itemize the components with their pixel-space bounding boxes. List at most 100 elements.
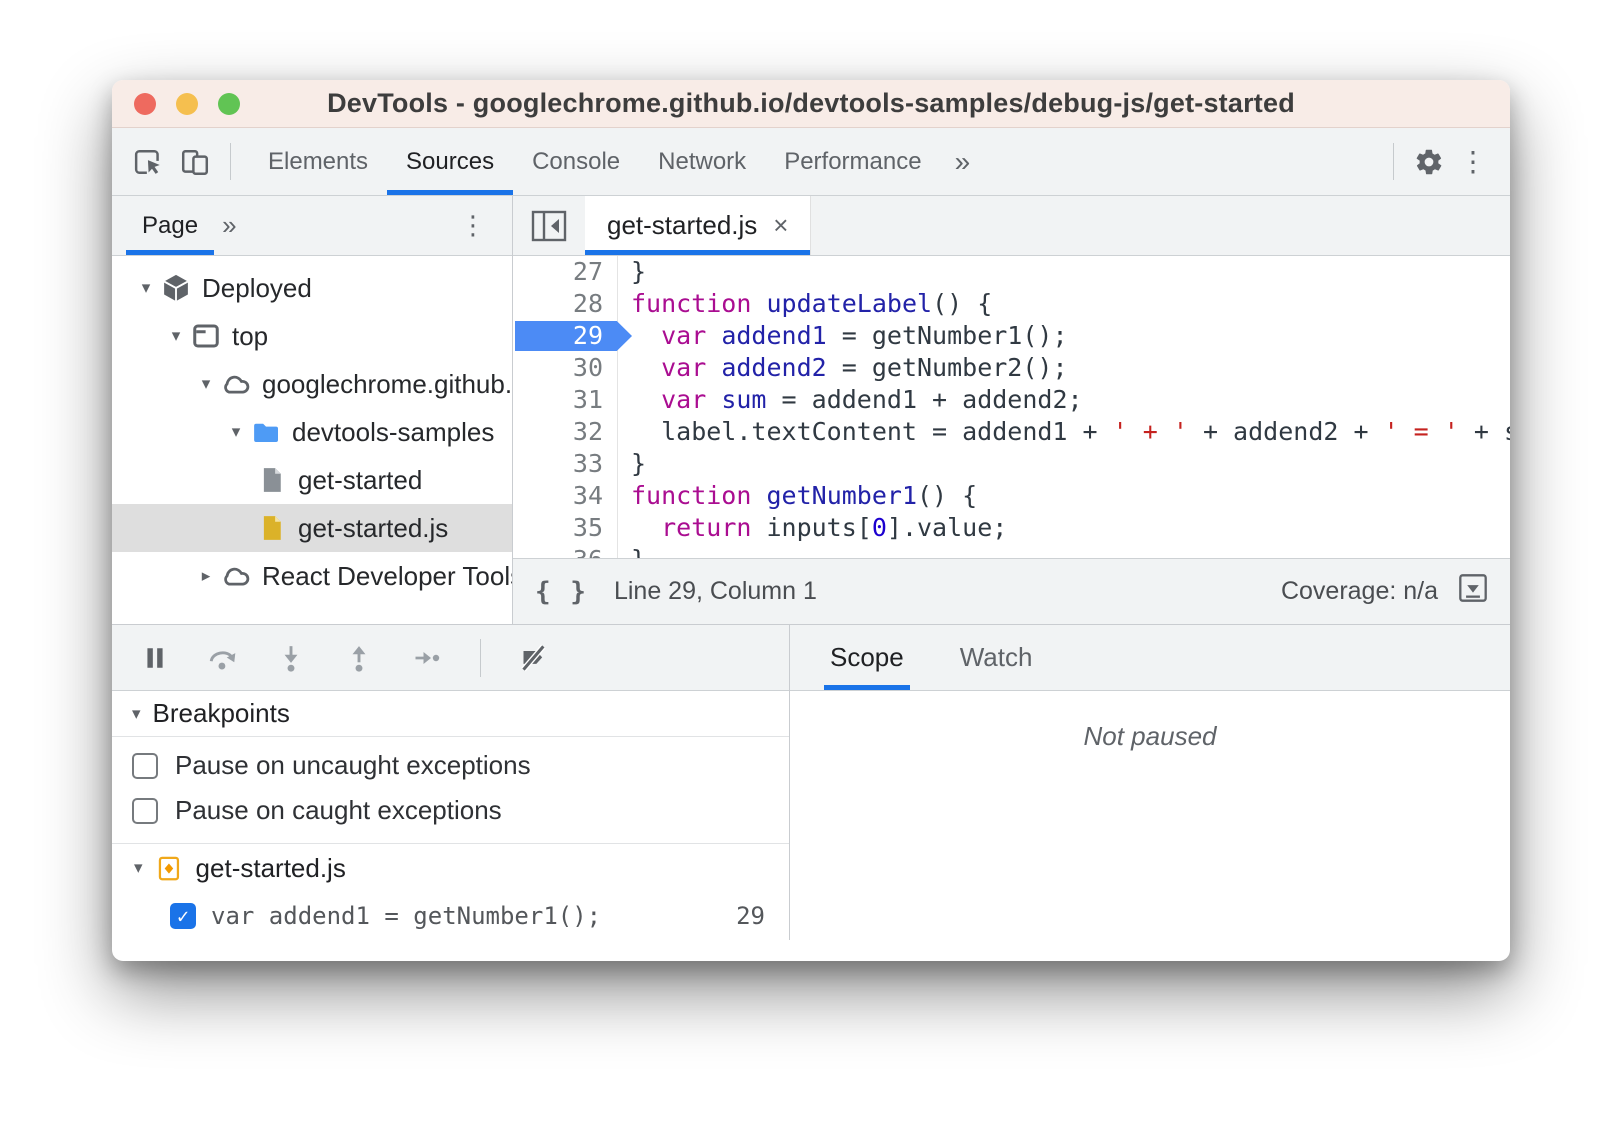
inspect-element-icon[interactable] bbox=[126, 128, 172, 195]
line-number-gutter[interactable]: 31 bbox=[513, 384, 618, 416]
tree-item-get-started[interactable]: get-started bbox=[112, 456, 512, 504]
tree-expanded-arrow-icon[interactable]: ▾ bbox=[134, 278, 158, 298]
close-window-button[interactable] bbox=[134, 93, 156, 115]
customize-menu-icon[interactable]: ⋮ bbox=[1452, 128, 1494, 195]
breakpoints-title: Breakpoints bbox=[153, 698, 290, 729]
line-number-gutter[interactable]: 27 bbox=[513, 256, 618, 288]
step-out-icon[interactable] bbox=[342, 641, 376, 675]
tab-network[interactable]: Network bbox=[639, 128, 765, 195]
collapse-triangle-icon: ▾ bbox=[134, 858, 143, 878]
checkbox[interactable] bbox=[132, 798, 158, 824]
line-number-gutter[interactable]: 36 bbox=[513, 544, 618, 558]
editor-tab-get-started-js[interactable]: get-started.js × bbox=[585, 196, 811, 255]
tree-expanded-arrow-icon[interactable]: ▾ bbox=[224, 422, 248, 442]
line-number-gutter[interactable]: 32 bbox=[513, 416, 618, 448]
pause-option-row[interactable]: Pause on caught exceptions bbox=[112, 788, 789, 833]
navigator-sidebar: Page » ⋮ ▾Deployed▾top▾googlechrome.gith… bbox=[112, 196, 513, 624]
checkbox[interactable] bbox=[132, 753, 158, 779]
tree-item-googlechrome-github-io[interactable]: ▾ googlechrome.github.io bbox=[112, 360, 512, 408]
breakpoint-entry[interactable]: ✓var addend1 = getNumber1();29 bbox=[112, 892, 789, 940]
settings-gear-icon[interactable] bbox=[1406, 128, 1452, 195]
code-line[interactable]: 36} bbox=[513, 544, 1510, 558]
debugger-toolbar-divider bbox=[480, 639, 481, 677]
line-number-gutter[interactable]: 35 bbox=[513, 512, 618, 544]
tree-expanded-arrow-icon[interactable]: ▾ bbox=[194, 374, 218, 394]
tree-item-top[interactable]: ▾top bbox=[112, 312, 512, 360]
tree-expanded-arrow-icon[interactable]: ▾ bbox=[164, 326, 188, 346]
cloud-icon bbox=[221, 561, 251, 591]
code-line-text: } bbox=[618, 256, 646, 288]
file-tree: ▾Deployed▾top▾googlechrome.github.io▾dev… bbox=[112, 256, 512, 624]
tab-performance[interactable]: Performance bbox=[765, 128, 940, 195]
navigator-menu-icon[interactable]: ⋮ bbox=[434, 196, 512, 255]
code-line[interactable]: 33} bbox=[513, 448, 1510, 480]
code-line-text: } bbox=[618, 448, 646, 480]
more-panels-icon[interactable]: » bbox=[941, 128, 985, 195]
debugger-sidebar: ▾ Breakpoints Pause on uncaught exceptio… bbox=[112, 625, 790, 940]
zoom-window-button[interactable] bbox=[218, 93, 240, 115]
breakpoint-marker[interactable]: 29 bbox=[513, 320, 618, 352]
collapse-triangle-icon: ▾ bbox=[132, 704, 141, 724]
tab-scope[interactable]: Scope bbox=[824, 625, 910, 690]
file-icon bbox=[257, 465, 287, 495]
device-toolbar-icon[interactable] bbox=[172, 128, 218, 195]
toolbar-divider bbox=[1393, 143, 1394, 180]
pause-script-icon[interactable] bbox=[138, 641, 172, 675]
tree-item-deployed[interactable]: ▾ Deployed bbox=[112, 264, 512, 312]
close-tab-icon[interactable]: × bbox=[773, 210, 788, 241]
editor-tab-label: get-started.js bbox=[607, 210, 757, 241]
tab-page[interactable]: Page bbox=[126, 196, 214, 255]
code-line-text: var addend2 = getNumber2(); bbox=[618, 352, 1068, 384]
breakpoint-file-group[interactable]: ▾ get-started.js bbox=[112, 844, 789, 892]
tree-item-label: Deployed bbox=[202, 273, 312, 304]
tab-elements[interactable]: Elements bbox=[249, 128, 387, 195]
code-line[interactable]: 28function updateLabel() { bbox=[513, 288, 1510, 320]
line-number-gutter[interactable]: 28 bbox=[513, 288, 618, 320]
main-toolbar: ElementsSourcesConsoleNetworkPerformance… bbox=[112, 128, 1510, 196]
tree-collapsed-arrow-icon[interactable]: ▸ bbox=[194, 566, 218, 586]
breakpoints-section-header[interactable]: ▾ Breakpoints bbox=[112, 691, 789, 737]
breakpoint-groups: ▾ get-started.js ✓var addend1 = getNumber1… bbox=[112, 843, 789, 940]
hide-navigator-icon[interactable] bbox=[513, 196, 585, 255]
folder-icon bbox=[251, 417, 281, 447]
scope-watch-panel: ScopeWatch Not paused bbox=[790, 625, 1510, 940]
pretty-print-icon[interactable]: { } bbox=[535, 577, 588, 607]
traffic-lights bbox=[134, 80, 240, 127]
coverage-icon[interactable] bbox=[1458, 573, 1488, 610]
tree-item-devtools-samples[interactable]: ▾devtools-samples bbox=[112, 408, 512, 456]
minimize-window-button[interactable] bbox=[176, 93, 198, 115]
toolbar-right: ⋮ bbox=[1381, 128, 1510, 195]
file-js-icon bbox=[257, 513, 287, 543]
more-navigator-tabs-icon[interactable]: » bbox=[214, 196, 244, 255]
code-editor[interactable]: 27}28function updateLabel() {29 var adde… bbox=[513, 256, 1510, 558]
tree-item-label: googlechrome.github.io bbox=[262, 369, 512, 400]
breakpoint-file-label: get-started.js bbox=[196, 853, 346, 884]
frame-icon bbox=[191, 321, 221, 351]
line-number-gutter[interactable]: 33 bbox=[513, 448, 618, 480]
tab-watch[interactable]: Watch bbox=[954, 625, 1039, 690]
code-line[interactable]: 30 var addend2 = getNumber2(); bbox=[513, 352, 1510, 384]
code-line[interactable]: 27} bbox=[513, 256, 1510, 288]
line-number-gutter[interactable]: 30 bbox=[513, 352, 618, 384]
line-number-gutter[interactable]: 34 bbox=[513, 480, 618, 512]
tree-item-get-started-js[interactable]: get-started.js bbox=[112, 504, 512, 552]
editor-tabstrip: get-started.js × bbox=[513, 196, 1510, 256]
breakpoint-checkbox[interactable]: ✓ bbox=[170, 903, 196, 929]
tab-sources[interactable]: Sources bbox=[387, 128, 513, 195]
step-icon[interactable] bbox=[410, 641, 444, 675]
code-line[interactable]: 32 label.textContent = addend1 + ' + ' +… bbox=[513, 416, 1510, 448]
pause-option-row[interactable]: Pause on uncaught exceptions bbox=[112, 743, 789, 788]
code-line[interactable]: 35 return inputs[0].value; bbox=[513, 512, 1510, 544]
devtools-window: DevTools - googlechrome.github.io/devtoo… bbox=[112, 80, 1510, 961]
code-line[interactable]: 31 var sum = addend1 + addend2; bbox=[513, 384, 1510, 416]
tree-item-react-developer-tools[interactable]: ▸React Developer Tools bbox=[112, 552, 512, 600]
js-file-icon bbox=[156, 855, 183, 882]
code-line[interactable]: 29 var addend1 = getNumber1(); bbox=[513, 320, 1510, 352]
step-over-icon[interactable] bbox=[206, 641, 240, 675]
step-into-icon[interactable] bbox=[274, 641, 308, 675]
toolbar-divider bbox=[230, 143, 231, 180]
code-line-text: var sum = addend1 + addend2; bbox=[618, 384, 1083, 416]
deactivate-breakpoints-icon[interactable] bbox=[517, 641, 551, 675]
tab-console[interactable]: Console bbox=[513, 128, 639, 195]
code-line[interactable]: 34function getNumber1() { bbox=[513, 480, 1510, 512]
